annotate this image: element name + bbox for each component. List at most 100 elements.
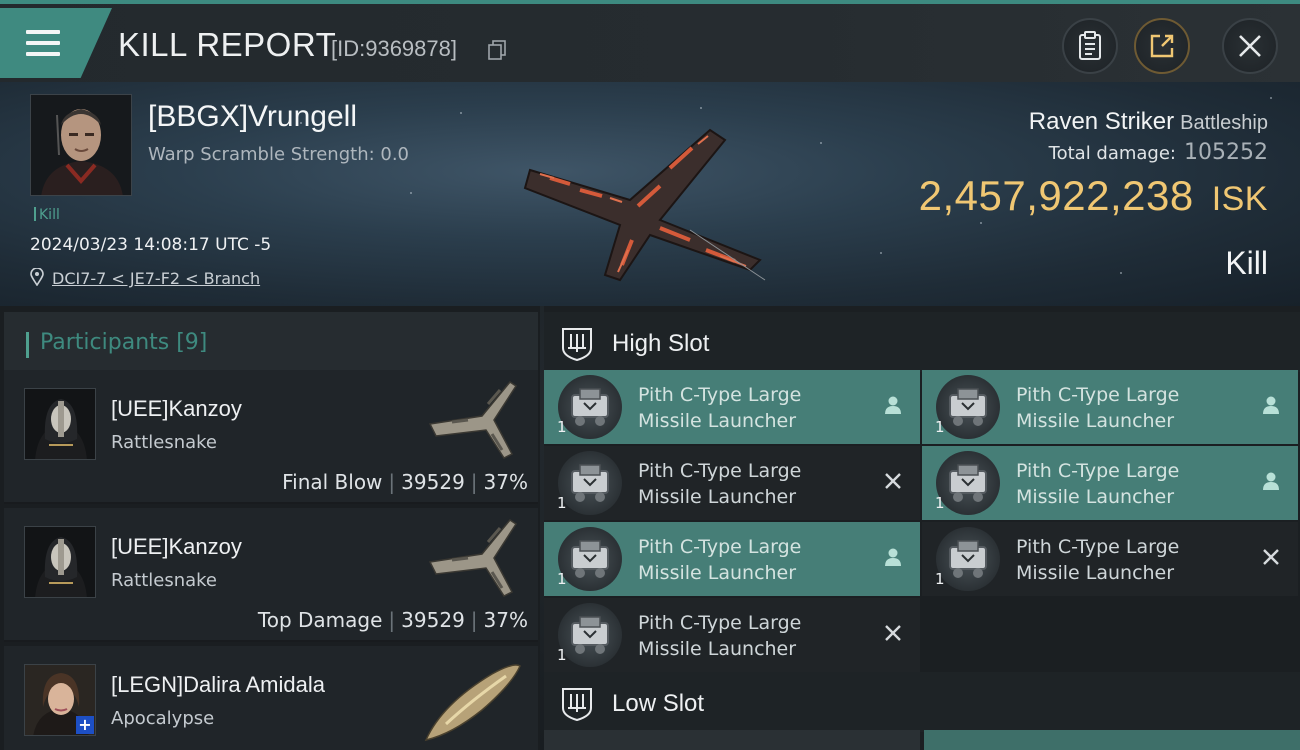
clipboard-button[interactable] <box>1062 18 1118 74</box>
participant-row[interactable]: + [LEGN]Dalira Amidala Apocalypse <box>4 646 538 750</box>
participant-name: [UEE]Kanzoy <box>111 534 242 559</box>
participant-role: Top Damage <box>257 608 383 632</box>
isk-unit: ISK <box>1211 180 1268 218</box>
participant-ship: Apocalypse <box>111 708 215 729</box>
hamburger-icon <box>26 30 62 58</box>
slot-item-name: Pith C-Type Large Missile Launcher <box>1016 458 1246 510</box>
copy-icon[interactable] <box>488 40 506 60</box>
high-slot-item[interactable]: 1 Pith C-Type Large Missile Launcher <box>922 522 1298 596</box>
isk-value: 2,457,922,238 <box>918 172 1194 219</box>
participant-row[interactable]: [UEE]Kanzoy Rattlesnake Top Damage | 39529… <box>4 508 538 642</box>
total-damage-value: 105252 <box>1184 140 1268 165</box>
x-icon <box>885 473 901 489</box>
participant-percent: 37% <box>483 608 528 632</box>
rattlesnake-ship-icon <box>428 380 518 459</box>
high-slot-item[interactable]: 1 Pith C-Type Large Missile Launcher <box>544 598 920 672</box>
low-slot-item-partial[interactable] <box>544 730 920 750</box>
share-button[interactable] <box>1134 18 1190 74</box>
low-slot-icon <box>562 688 592 722</box>
participant-row[interactable]: [UEE]Kanzoy Rattlesnake Final Blow | 39529… <box>4 370 538 504</box>
slot-item-name-line1: Pith C-Type Large <box>1016 536 1180 558</box>
warp-scramble-strength: Warp Scramble Strength: 0.0 <box>148 144 410 165</box>
plus-badge-icon: + <box>76 716 94 734</box>
participant-avatar <box>24 388 96 460</box>
participant-damage: 39529 <box>401 608 465 632</box>
slot-quantity: 1 <box>935 418 945 436</box>
low-slot-item-partial[interactable] <box>924 730 1300 750</box>
high-slot-item[interactable]: 1 Pith C-Type Large Missile Launcher <box>922 370 1298 444</box>
slot-quantity: 1 <box>557 570 567 588</box>
slot-item-name-line2: Missile Launcher <box>638 562 797 584</box>
person-icon <box>885 548 901 566</box>
slot-item-name: Pith C-Type Large Missile Launcher <box>638 382 868 434</box>
high-slot-item[interactable]: 1 Pith C-Type Large Missile Launcher <box>544 370 920 444</box>
slot-item-name-line2: Missile Launcher <box>1016 410 1175 432</box>
slot-item-name-line1: Pith C-Type Large <box>1016 384 1180 406</box>
ship-name[interactable]: Raven Striker <box>1029 108 1174 135</box>
kill-report-window: KILL REPORT [ID:9369878] [BBGX]Vrungell … <box>0 0 1300 750</box>
victim-name[interactable]: [BBGX]Vrungell <box>148 100 357 134</box>
clipboard-icon <box>1079 31 1101 60</box>
missile-launcher-icon <box>936 527 1000 591</box>
participants-title: Participants [9] <box>40 330 208 355</box>
page-title: KILL REPORT <box>118 26 337 63</box>
pilot-portrait-icon <box>31 95 131 195</box>
apocalypse-ship-icon <box>424 664 521 742</box>
slot-item-name: Pith C-Type Large Missile Launcher <box>638 610 868 662</box>
participants-header: Participants [9] <box>4 312 538 372</box>
slot-item-name-line2: Missile Launcher <box>1016 486 1175 508</box>
slot-item-name-line1: Pith C-Type Large <box>638 384 802 406</box>
ship-name-line: Raven Striker Battleship <box>1029 108 1268 136</box>
x-icon <box>885 625 901 641</box>
rattlesnake-ship-icon <box>428 518 518 597</box>
participant-stats: Final Blow | 39529 | 37% <box>282 470 528 494</box>
result-label: Kill <box>1225 245 1268 281</box>
slot-item-name-line2: Missile Launcher <box>638 486 797 508</box>
victim-portrait[interactable] <box>30 94 132 196</box>
slot-item-name: Pith C-Type Large Missile Launcher <box>638 534 868 586</box>
close-icon <box>1239 35 1261 57</box>
slot-quantity: 1 <box>935 570 945 588</box>
person-icon <box>1263 472 1279 490</box>
slot-item-name-line2: Missile Launcher <box>638 410 797 432</box>
slot-item-name-line1: Pith C-Type Large <box>638 612 802 634</box>
share-icon <box>1150 34 1174 58</box>
slot-item-name: Pith C-Type Large Missile Launcher <box>1016 382 1246 434</box>
menu-button[interactable] <box>0 8 112 78</box>
participant-avatar: + <box>24 664 96 736</box>
participant-name: [UEE]Kanzoy <box>111 396 242 421</box>
slot-item-name: Pith C-Type Large Missile Launcher <box>1016 534 1246 586</box>
slot-item-name-line1: Pith C-Type Large <box>638 460 802 482</box>
kill-tag: Kill <box>34 207 60 223</box>
total-damage-label: Total damage: <box>1048 143 1177 164</box>
low-slot-header: Low Slot <box>544 672 1300 732</box>
high-slot-item[interactable]: 1 Pith C-Type Large Missile Launcher <box>544 522 920 596</box>
victim-summary: [BBGX]Vrungell Warp Scramble Strength: 0… <box>0 82 1300 306</box>
slot-item-name-line1: Pith C-Type Large <box>1016 460 1180 482</box>
participant-percent: 37% <box>483 470 528 494</box>
participants-panel: Participants [9] [UEE]Kanzoy Rattlesnake <box>0 306 540 750</box>
masked-pilot-icon <box>25 389 95 459</box>
missile-launcher-icon <box>936 375 1000 439</box>
high-slot-item[interactable]: 1 Pith C-Type Large Missile Launcher <box>544 446 920 520</box>
person-icon <box>885 396 901 414</box>
participant-role: Final Blow <box>282 470 383 494</box>
ship-class: Battleship <box>1180 112 1268 134</box>
high-slot-item[interactable]: 1 Pith C-Type Large Missile Launcher <box>922 446 1298 520</box>
missile-launcher-icon <box>558 603 622 667</box>
header-bar: KILL REPORT [ID:9369878] <box>0 4 1300 82</box>
participant-ship: Rattlesnake <box>111 432 218 453</box>
low-slot-title: Low Slot <box>612 690 705 717</box>
missile-launcher-icon <box>936 451 1000 515</box>
person-icon <box>1263 396 1279 414</box>
victim-ship-image <box>523 128 766 282</box>
kill-timestamp: 2024/03/23 14:08:17 UTC -5 <box>30 235 272 255</box>
close-button[interactable] <box>1222 18 1278 74</box>
high-slot-title: High Slot <box>612 330 710 357</box>
high-slot-header: High Slot <box>544 312 1300 372</box>
slot-item-name-line2: Missile Launcher <box>1016 562 1175 584</box>
participant-avatar <box>24 526 96 598</box>
location-link[interactable]: DCI7-7 < JE7-F2 < Branch <box>52 269 260 288</box>
slot-quantity: 1 <box>557 646 567 664</box>
participant-name: [LEGN]Dalira Amidala <box>111 672 325 697</box>
